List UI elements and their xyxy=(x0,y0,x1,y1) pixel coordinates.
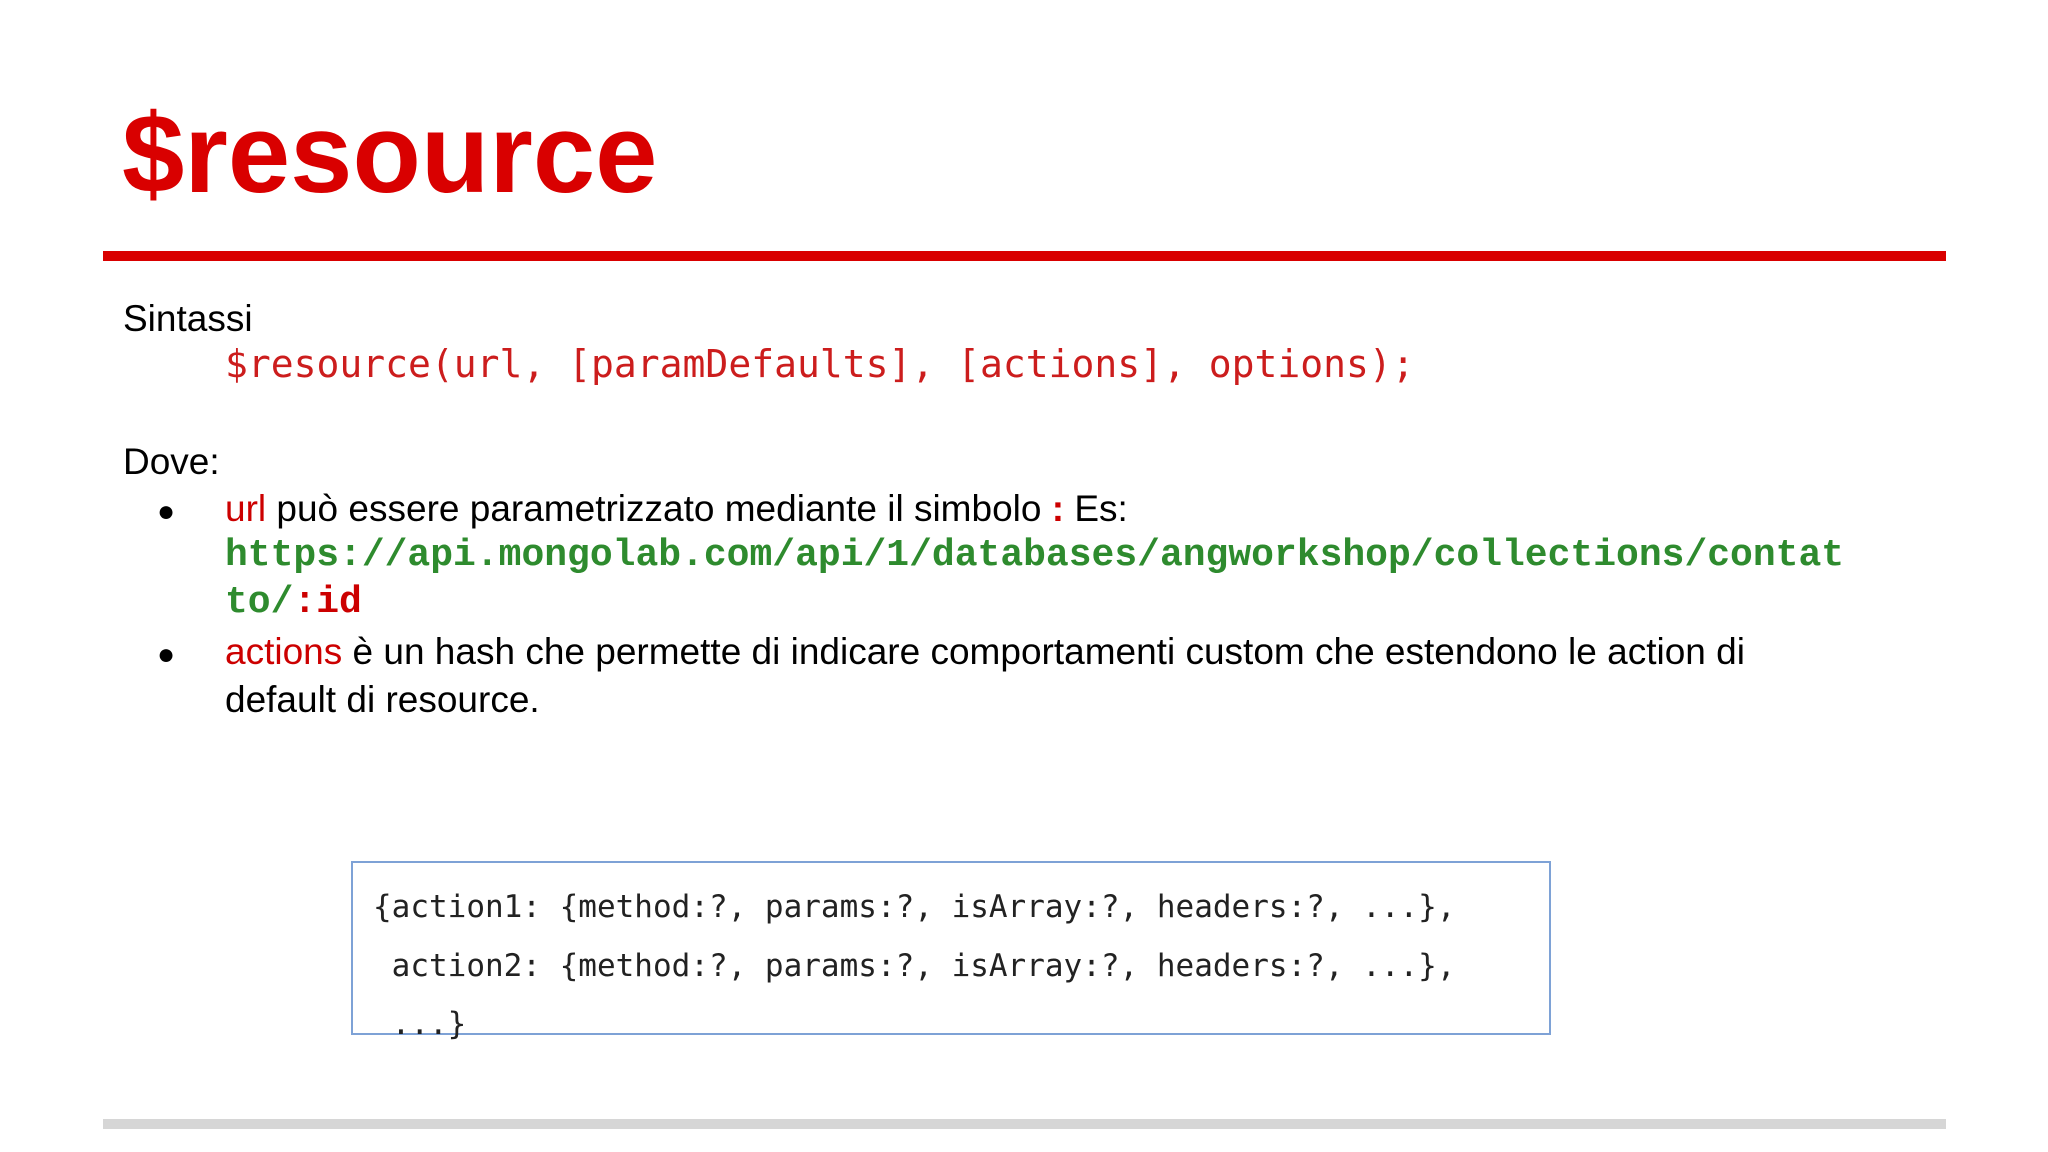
colon-symbol: : xyxy=(1051,488,1065,529)
bullet-dot: ● xyxy=(157,638,176,671)
bullet-actions-text: actions è un hash che permette di indica… xyxy=(225,630,1745,674)
syntax-code: $resource(url, [paramDefaults], [actions… xyxy=(225,342,1415,386)
bullet-text-after: Es: xyxy=(1064,488,1128,529)
footer-rule xyxy=(103,1119,1946,1129)
code-line-2: action2: {method:?, params:?, isArray:?,… xyxy=(373,948,1456,984)
title-underline xyxy=(103,251,1946,261)
bullet-url-text: url può essere parametrizzato mediante i… xyxy=(225,487,1128,531)
example-url-prefix: to/ xyxy=(225,581,294,624)
code-line-3: ...} xyxy=(373,1006,467,1042)
where-label: Dove: xyxy=(123,441,220,482)
keyword-actions: actions xyxy=(225,631,343,672)
slide-title: $resource xyxy=(122,91,658,216)
bullet-dot: ● xyxy=(157,495,176,528)
example-url-param: :id xyxy=(293,581,362,624)
example-url-line1: https://api.mongolab.com/api/1/databases… xyxy=(225,534,1845,577)
bullet-text: è un hash che permette di indicare compo… xyxy=(342,631,1745,672)
bullet-text: può essere parametrizzato mediante il si… xyxy=(266,488,1052,529)
example-url-line2: to/:id xyxy=(225,580,362,626)
code-line-1: {action1: {method:?, params:?, isArray:?… xyxy=(373,889,1456,925)
bullet-actions-text-cont: default di resource. xyxy=(225,679,540,720)
keyword-url: url xyxy=(225,488,267,529)
code-example-box: {action1: {method:?, params:?, isArray:?… xyxy=(351,861,1551,1040)
syntax-label: Sintassi xyxy=(123,298,253,339)
